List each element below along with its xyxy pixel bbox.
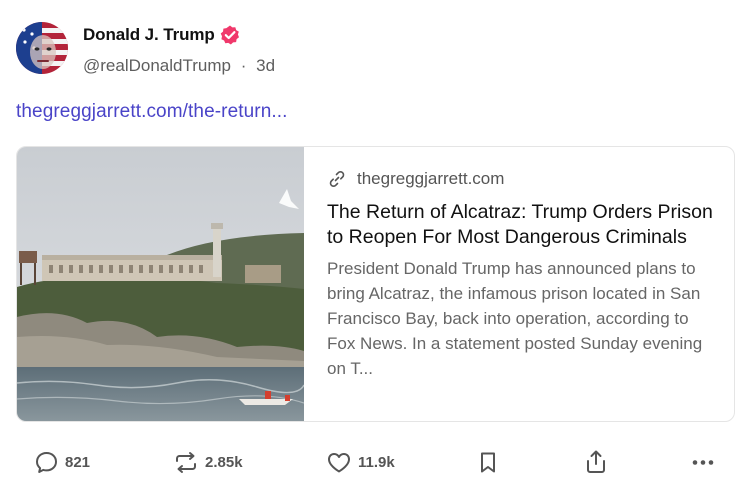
repost-count: 2.85k: [205, 453, 243, 471]
card-title[interactable]: The Return of Alcatraz: Trump Orders Pri…: [327, 200, 716, 250]
reply-button[interactable]: 821: [34, 444, 90, 480]
card-source: thegreggjarrett.com: [327, 169, 716, 189]
card-body: thegreggjarrett.com The Return of Alcatr…: [304, 147, 734, 421]
reply-count: 821: [65, 453, 91, 471]
bookmark-button[interactable]: [477, 444, 499, 480]
avatar[interactable]: [16, 22, 68, 74]
post-link[interactable]: thegreggjarrett.com/the-return...: [16, 101, 288, 123]
speech-bubble-icon: [34, 450, 59, 475]
author-handle[interactable]: @realDonaldTrump: [83, 56, 231, 75]
share-icon: [584, 449, 608, 475]
repost-arrows-icon: [173, 450, 199, 475]
more-options-button[interactable]: [690, 444, 716, 480]
meta-separator: ·: [240, 56, 247, 75]
post-actions: 821 2.85k 11.9k: [0, 444, 745, 480]
avatar-image: [16, 22, 68, 74]
card-source-domain: thegreggjarrett.com: [357, 169, 505, 188]
more-dots-icon: [690, 450, 716, 475]
share-button[interactable]: [584, 444, 608, 480]
post-timestamp[interactable]: 3d: [256, 56, 275, 75]
author-row: Donald J. Trump: [83, 24, 241, 46]
heart-icon: [326, 450, 352, 475]
card-description: President Donald Trump has announced pla…: [327, 259, 703, 378]
bookmark-icon: [477, 450, 499, 475]
like-count: 11.9k: [358, 453, 395, 471]
link-preview-card[interactable]: thegreggjarrett.com The Return of Alcatr…: [16, 146, 735, 422]
card-image: [17, 147, 305, 421]
author-name[interactable]: Donald J. Trump: [83, 25, 215, 45]
handle-row: @realDonaldTrump · 3d: [83, 56, 275, 76]
like-button[interactable]: 11.9k: [326, 444, 395, 480]
verified-badge-icon: [219, 24, 241, 46]
repost-button[interactable]: 2.85k: [173, 444, 243, 480]
link-icon: [327, 169, 347, 189]
